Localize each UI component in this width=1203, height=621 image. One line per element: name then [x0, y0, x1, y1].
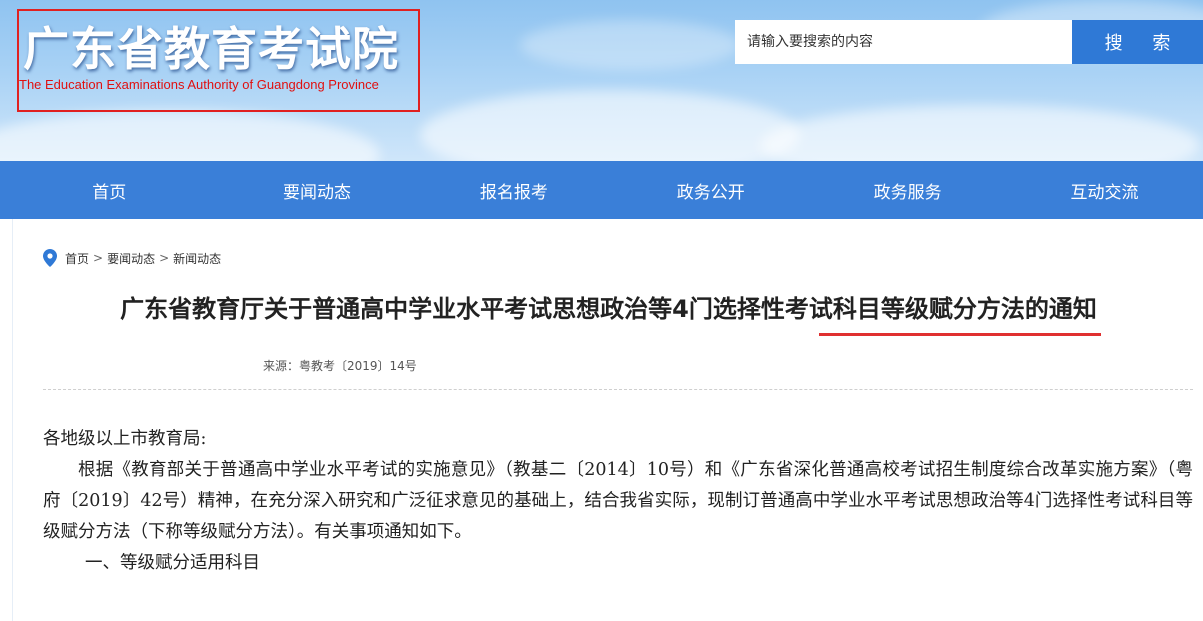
breadcrumb: 首页 > 要闻动态 > 新闻动态 — [43, 249, 221, 267]
nav-item-home[interactable]: 首页 — [0, 161, 219, 219]
nav-item-news[interactable]: 要闻动态 — [219, 161, 416, 219]
location-pin-icon — [43, 249, 57, 267]
salutation: 各地级以上市教育局: — [43, 429, 207, 449]
paragraph: 根据《教育部关于普通高中学业水平考试的实施意见》（教基二〔2014〕10号）和《… — [43, 460, 1193, 542]
article-container: 首页 > 要闻动态 > 新闻动态 广东省教育厅关于普通高中学业水平考试思想政治等… — [12, 219, 1203, 621]
site-logo[interactable]: 广东省教育考试院 The Education Examinations Auth… — [17, 9, 420, 112]
main-nav: 首页 要闻动态 报名报考 政务公开 政务服务 互动交流 — [0, 161, 1203, 219]
breadcrumb-latest-news[interactable]: 新闻动态 — [173, 250, 221, 267]
nav-item-interaction[interactable]: 互动交流 — [1006, 161, 1203, 219]
article-title: 广东省教育厅关于普通高中学业水平考试思想政治等4门选择性考试科目等级赋分方法的通… — [120, 295, 1097, 323]
search-input[interactable] — [735, 20, 1072, 64]
breadcrumb-home[interactable]: 首页 — [65, 250, 89, 267]
section-heading: 一、等级赋分适用科目 — [85, 553, 260, 573]
cloud-decoration — [420, 90, 800, 161]
logo-subtitle: The Education Examinations Authority of … — [19, 77, 379, 92]
article-source: 来源：粤教考〔2019〕14号 — [263, 359, 417, 373]
breadcrumb-separator: > — [159, 251, 170, 265]
site-header: 广东省教育考试院 The Education Examinations Auth… — [0, 0, 1203, 161]
title-highlight-underline — [819, 333, 1101, 336]
logo-title: 广东省教育考试院 — [23, 22, 399, 76]
article-body: 各地级以上市教育局: 根据《教育部关于普通高中学业水平考试的实施意见》（教基二〔… — [43, 424, 1193, 579]
divider — [43, 389, 1193, 390]
search-button[interactable]: 搜 索 — [1072, 20, 1203, 64]
cloud-decoration — [0, 110, 380, 161]
nav-item-registration[interactable]: 报名报考 — [415, 161, 612, 219]
breadcrumb-separator: > — [93, 251, 104, 265]
cloud-decoration — [760, 105, 1200, 161]
nav-item-government-affairs[interactable]: 政务公开 — [612, 161, 809, 219]
nav-item-government-services[interactable]: 政务服务 — [809, 161, 1006, 219]
breadcrumb-news[interactable]: 要闻动态 — [107, 250, 155, 267]
cloud-decoration — [520, 20, 740, 70]
